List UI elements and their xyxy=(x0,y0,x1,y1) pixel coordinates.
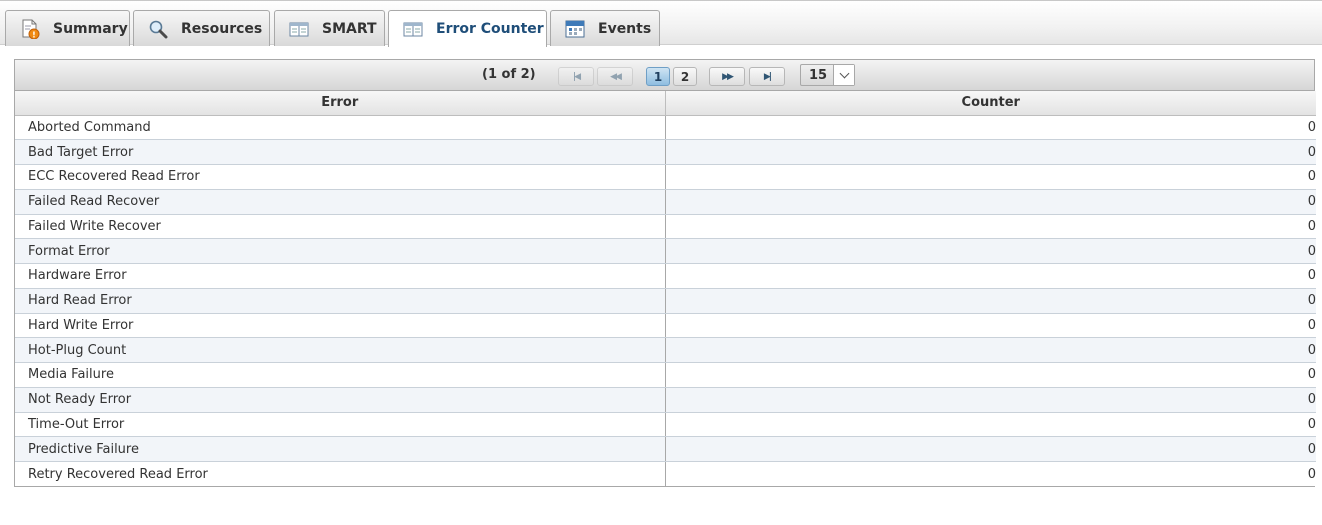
counter-cell: 0 xyxy=(665,313,1316,339)
table-row[interactable]: Hardware Error 0 xyxy=(15,263,1316,289)
next-page-icon: ▶▶ xyxy=(722,71,734,82)
counter-cell: 0 xyxy=(665,214,1316,240)
rows-per-page-value: 15 xyxy=(809,67,828,83)
previous-page-icon: ◀◀ xyxy=(610,71,622,82)
column-header-error[interactable]: Error xyxy=(15,91,666,116)
error-cell: Failed Read Recover xyxy=(15,189,666,215)
error-cell: Not Ready Error xyxy=(15,387,666,413)
tab-summary[interactable]: ! Summary xyxy=(5,10,130,46)
tab-events[interactable]: Events xyxy=(550,10,660,46)
first-page-button[interactable]: |◀ xyxy=(558,67,594,86)
table-row[interactable]: Media Failure 0 xyxy=(15,362,1316,388)
tab-bar: ! Summary Resources SMART Error Counter … xyxy=(0,0,1322,47)
table-row[interactable]: Hot-Plug Count 0 xyxy=(15,337,1316,363)
error-cell: Predictive Failure xyxy=(15,436,666,462)
counter-cell: 0 xyxy=(665,461,1316,487)
counter-cell: 0 xyxy=(665,412,1316,438)
error-counter-table: Error Counter Aborted Command 0 Bad Targe… xyxy=(15,91,1316,487)
error-cell: Failed Write Recover xyxy=(15,214,666,240)
counter-cell: 0 xyxy=(665,139,1316,165)
page-1-button[interactable]: 1 xyxy=(646,67,670,86)
table-row[interactable]: Not Ready Error 0 xyxy=(15,387,1316,413)
table-row[interactable]: Failed Read Recover 0 xyxy=(15,189,1316,215)
table-row[interactable]: ECC Recovered Read Error 0 xyxy=(15,164,1316,190)
last-page-icon: ▶| xyxy=(763,71,772,82)
table-header-row: Error Counter xyxy=(15,91,1316,116)
error-cell: Hardware Error xyxy=(15,263,666,289)
error-cell: ECC Recovered Read Error xyxy=(15,164,666,190)
error-cell: Hot-Plug Count xyxy=(15,337,666,363)
error-cell: Hard Read Error xyxy=(15,288,666,314)
first-page-icon: |◀ xyxy=(572,71,581,82)
error-cell: Aborted Command xyxy=(15,115,666,141)
error-cell: Media Failure xyxy=(15,362,666,388)
column-header-counter[interactable]: Counter xyxy=(665,91,1316,116)
tab-label: Resources xyxy=(181,20,263,37)
table-row[interactable]: Hard Read Error 0 xyxy=(15,288,1316,314)
counter-cell: 0 xyxy=(665,387,1316,413)
table-icon xyxy=(289,19,309,39)
tab-label: Error Counter xyxy=(436,21,544,37)
tab-label: Summary xyxy=(53,20,128,37)
magnifier-icon xyxy=(148,19,168,39)
table-row[interactable]: Format Error 0 xyxy=(15,238,1316,264)
table-icon xyxy=(403,19,423,39)
counter-cell: 0 xyxy=(665,238,1316,264)
summary-warning-icon: ! xyxy=(20,19,40,39)
table-row[interactable]: Bad Target Error 0 xyxy=(15,139,1316,165)
tab-error-counter[interactable]: Error Counter xyxy=(388,10,547,47)
counter-cell: 0 xyxy=(665,288,1316,314)
next-page-button[interactable]: ▶▶ xyxy=(709,67,745,86)
tab-resources[interactable]: Resources xyxy=(133,10,270,46)
error-counter-table-panel: (1 of 2) |◀ ◀◀ 1 2 ▶▶ ▶| 15 Error Counte… xyxy=(14,59,1316,487)
counter-cell: 0 xyxy=(665,362,1316,388)
counter-cell: 0 xyxy=(665,337,1316,363)
tab-label: SMART xyxy=(322,20,377,37)
counter-cell: 0 xyxy=(665,164,1316,190)
error-cell: Time-Out Error xyxy=(15,412,666,438)
page-report: (1 of 2) xyxy=(482,67,536,82)
tab-smart[interactable]: SMART xyxy=(274,10,385,46)
error-cell: Bad Target Error xyxy=(15,139,666,165)
table-row[interactable]: Predictive Failure 0 xyxy=(15,436,1316,462)
page-2-button[interactable]: 2 xyxy=(673,67,697,86)
calendar-icon xyxy=(565,19,585,39)
error-cell: Retry Recovered Read Error xyxy=(15,461,666,487)
table-row[interactable]: Time-Out Error 0 xyxy=(15,412,1316,438)
rows-per-page-select[interactable]: 15 xyxy=(800,64,855,86)
error-cell: Hard Write Error xyxy=(15,313,666,339)
counter-cell: 0 xyxy=(665,436,1316,462)
tab-label: Events xyxy=(598,20,652,37)
counter-cell: 0 xyxy=(665,263,1316,289)
chevron-down-icon[interactable] xyxy=(833,65,854,85)
svg-text:!: ! xyxy=(32,30,36,39)
table-row[interactable]: Retry Recovered Read Error 0 xyxy=(15,461,1316,487)
previous-page-button[interactable]: ◀◀ xyxy=(597,67,633,86)
paginator: (1 of 2) |◀ ◀◀ 1 2 ▶▶ ▶| 15 xyxy=(15,60,1314,91)
last-page-button[interactable]: ▶| xyxy=(749,67,785,86)
counter-cell: 0 xyxy=(665,115,1316,141)
table-row[interactable]: Aborted Command 0 xyxy=(15,115,1316,141)
table-row[interactable]: Hard Write Error 0 xyxy=(15,313,1316,339)
error-cell: Format Error xyxy=(15,238,666,264)
table-row[interactable]: Failed Write Recover 0 xyxy=(15,214,1316,240)
counter-cell: 0 xyxy=(665,189,1316,215)
